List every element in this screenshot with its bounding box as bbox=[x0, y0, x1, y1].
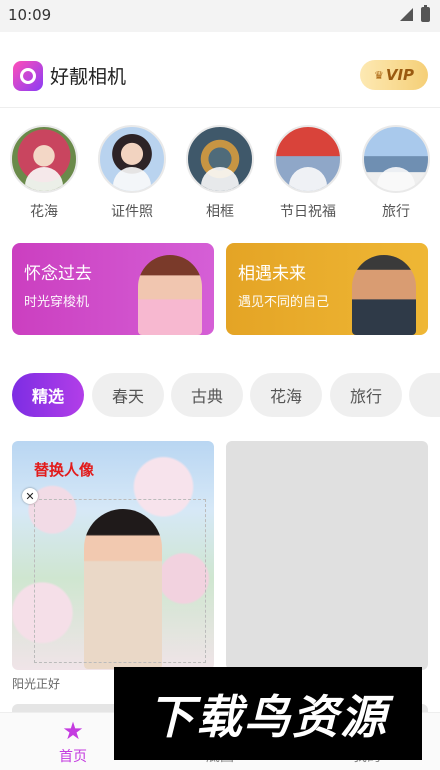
filter-tabs: 精选 春天 古典 花海 旅行 bbox=[0, 373, 440, 417]
filter-tab-classical[interactable]: 古典 bbox=[171, 373, 243, 417]
filter-tab-flowers[interactable]: 花海 bbox=[250, 373, 322, 417]
app-title: 好靓相机 bbox=[50, 66, 127, 88]
watermark-text: 下载鸟资源 bbox=[148, 689, 388, 744]
banner-future-self[interactable]: 相遇未来 遇见不同的自己 bbox=[226, 243, 428, 335]
template-card-placeholder[interactable] bbox=[226, 441, 428, 670]
header-divider bbox=[0, 107, 440, 108]
app-logo-icon bbox=[13, 61, 43, 91]
category-item-frame[interactable]: 相框 bbox=[184, 125, 256, 221]
banner-subtitle: 遇见不同的自己 bbox=[238, 295, 330, 310]
category-label: 花海 bbox=[30, 204, 58, 220]
selection-box bbox=[34, 499, 206, 663]
filter-tab-spring[interactable]: 春天 bbox=[92, 373, 164, 417]
banner-subtitle: 时光穿梭机 bbox=[24, 295, 90, 310]
category-avatar bbox=[10, 125, 78, 193]
nav-item-home[interactable]: ★ 首页 bbox=[18, 713, 128, 770]
template-card[interactable]: 替换人像 ✕ bbox=[12, 441, 214, 670]
replace-portrait-label: 替换人像 bbox=[34, 461, 95, 479]
close-icon[interactable]: ✕ bbox=[22, 488, 38, 504]
filter-tab-featured[interactable]: 精选 bbox=[12, 373, 84, 417]
filter-tab-travel[interactable]: 旅行 bbox=[330, 373, 402, 417]
status-bar: 10:09 bbox=[0, 0, 440, 32]
status-icons bbox=[400, 5, 430, 22]
category-row: 花海 证件照 相框 节日祝福 旅行 bbox=[0, 125, 440, 220]
battery-icon bbox=[421, 5, 430, 22]
banner-portrait bbox=[138, 255, 202, 335]
category-item-festival[interactable]: 节日祝福 bbox=[272, 125, 344, 221]
nav-label: 首页 bbox=[59, 749, 87, 765]
category-label: 旅行 bbox=[382, 204, 410, 220]
vip-button[interactable]: ♛ VIP bbox=[360, 60, 428, 90]
filter-tab-more[interactable] bbox=[409, 373, 440, 417]
vip-label: VIP bbox=[385, 66, 415, 84]
banner-title: 相遇未来 bbox=[238, 264, 306, 284]
category-avatar bbox=[274, 125, 342, 193]
category-item-id-photo[interactable]: 证件照 bbox=[96, 125, 168, 221]
template-caption: 阳光正好 bbox=[12, 677, 61, 691]
category-avatar bbox=[362, 125, 430, 193]
star-face-icon: ★ bbox=[62, 717, 84, 745]
banner-portrait bbox=[352, 255, 416, 335]
signal-icon bbox=[400, 8, 413, 21]
app-header: 好靓相机 ♛ VIP bbox=[0, 44, 440, 108]
category-item-travel[interactable]: 旅行 bbox=[360, 125, 432, 221]
category-avatar bbox=[186, 125, 254, 193]
banner-title: 怀念过去 bbox=[24, 264, 92, 284]
category-item-flower-sea[interactable]: 花海 bbox=[8, 125, 80, 221]
category-label: 节日祝福 bbox=[280, 204, 336, 220]
watermark-overlay: 下载鸟资源 bbox=[114, 667, 422, 760]
status-time: 10:09 bbox=[8, 6, 52, 24]
category-label: 相框 bbox=[206, 204, 234, 220]
banner-time-machine[interactable]: 怀念过去 时光穿梭机 bbox=[12, 243, 214, 335]
crown-icon: ♛ bbox=[373, 68, 384, 82]
category-avatar bbox=[98, 125, 166, 193]
category-label: 证件照 bbox=[111, 204, 153, 220]
